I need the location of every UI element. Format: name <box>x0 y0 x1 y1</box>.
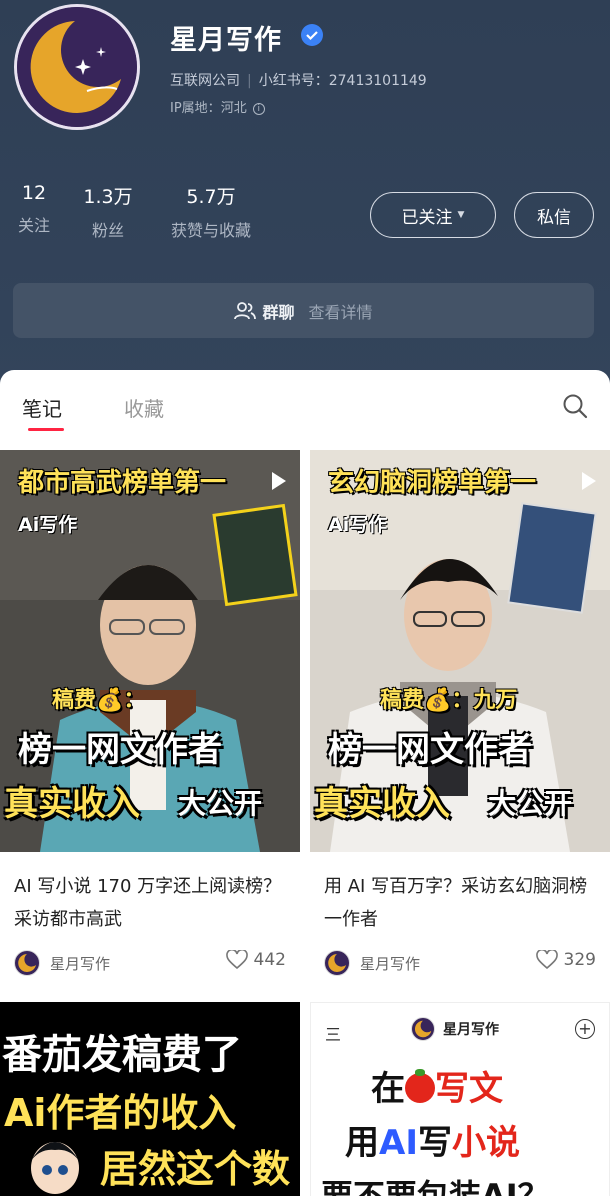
profile-category: 互联网公司 <box>170 73 240 89</box>
verified-badge-icon <box>301 24 323 46</box>
cartoon-character-icon <box>30 1142 80 1194</box>
moon-logo-icon <box>328 954 346 972</box>
cover-headline-3: 要不要包装AI？ <box>321 1177 550 1196</box>
profile-avatar[interactable] <box>14 4 140 130</box>
cover-text-accent: 小说 <box>451 1123 520 1163</box>
caret-down-icon: ▼ <box>457 210 465 220</box>
note-author[interactable]: 星月写作 <box>14 950 110 976</box>
group-chat-detail-link[interactable]: 查看详情 <box>309 299 373 323</box>
group-chat-title: 群聊 <box>262 302 295 322</box>
stat-label: 获赞与收藏 <box>170 221 251 240</box>
note-cover[interactable]: 玄幻脑洞榜单第一 Ai写作 稿费💰：九万 榜一网文作者 真实收入 大公开 <box>310 450 610 852</box>
menu-icon: 三 <box>325 1025 342 1044</box>
message-button-label: 私信 <box>537 207 571 228</box>
cover-fee: 稿费💰： <box>52 688 146 713</box>
plus-circle-icon: + <box>575 1019 595 1039</box>
cover-headline-2: 用AI写小说 <box>345 1115 520 1164</box>
note-title[interactable]: AI 写小说 170 万字还上阅读榜？采访都市高武 <box>14 870 290 936</box>
cover-headline: 番茄发稿费了 <box>2 1032 242 1078</box>
video-play-icon <box>272 472 286 490</box>
video-play-icon <box>582 472 596 490</box>
cover-headline-2: 真实收入 <box>4 784 140 824</box>
stat-value: 5.7万 <box>186 186 236 208</box>
heart-icon <box>535 950 558 970</box>
cover-brand-name: 星月写作 <box>443 1022 499 1038</box>
stat-following[interactable]: 12 关注 <box>14 182 54 236</box>
info-icon[interactable]: i <box>252 103 265 115</box>
cover-headline-2: 真实收入 <box>314 784 450 824</box>
cover-fee: 稿费💰：九万 <box>380 688 518 713</box>
active-tab-indicator <box>28 428 64 431</box>
cover-text: 用 <box>345 1123 379 1163</box>
follow-button-label: 已关注 <box>401 207 453 228</box>
like-count: 329 <box>563 950 596 970</box>
brand-avatar <box>411 1017 435 1041</box>
group-users-icon <box>234 301 257 319</box>
follow-button[interactable]: 已关注 ▼ <box>370 192 496 238</box>
ip-value: 河北 <box>220 101 247 116</box>
moon-logo-icon <box>17 7 137 127</box>
cover-title: 都市高武榜单第一 <box>18 468 227 498</box>
cover-title: 玄幻脑洞榜单第一 <box>328 468 537 498</box>
cover-headline: 在写文 <box>371 1061 503 1110</box>
author-avatar <box>324 950 350 976</box>
note-card[interactable]: 三 星月写作 + 在写文 用AI写小说 要不要包装AI？ <box>310 1002 610 1196</box>
cover-tag: Ai写作 <box>18 514 78 536</box>
note-title[interactable]: 用 AI 写百万字？采访玄幻脑洞榜一作者 <box>324 870 600 936</box>
note-card[interactable]: 番茄发稿费了 Ai作者的收入 居然这个数 <box>0 1002 300 1196</box>
profile-name: 星月写作 <box>170 25 282 56</box>
tomato-icon <box>405 1069 435 1103</box>
author-avatar <box>14 950 40 976</box>
moon-logo-icon <box>18 954 36 972</box>
cover-text: 写 <box>417 1123 452 1163</box>
stat-likes-collects[interactable]: 5.7万 获赞与收藏 <box>163 182 259 241</box>
note-cover[interactable]: 都市高武榜单第一 Ai写作 稿费💰： 榜一网文作者 真实收入 大公开 <box>0 450 300 852</box>
search-icon[interactable] <box>562 393 588 419</box>
stat-followers[interactable]: 1.3万 粉丝 <box>80 182 136 241</box>
stat-value: 12 <box>21 182 47 204</box>
moon-logo-icon <box>414 1020 432 1038</box>
cover-tag: Ai写作 <box>328 514 388 536</box>
cover-text: 在 <box>371 1069 405 1109</box>
like-button[interactable]: 329 <box>535 950 596 970</box>
stat-label: 关注 <box>17 216 50 235</box>
stat-label: 粉丝 <box>91 221 124 240</box>
stat-value: 1.3万 <box>83 186 133 208</box>
cover-headline: 榜一网文作者 <box>328 730 532 770</box>
cover-headline-3: 居然这个数 <box>100 1147 291 1191</box>
cover-headline: 榜一网文作者 <box>18 730 222 770</box>
profile-meta: 互联网公司 | 小红书号：27413101149 <box>170 70 427 90</box>
author-name: 星月写作 <box>50 954 111 973</box>
divider: | <box>247 73 252 89</box>
profile-id-value[interactable]: 27413101149 <box>329 73 427 89</box>
ip-label: IP属地： <box>170 101 221 116</box>
like-button[interactable]: 442 <box>225 950 286 970</box>
cover-text-accent: 写文 <box>435 1069 503 1109</box>
message-button[interactable]: 私信 <box>514 192 594 238</box>
note-card[interactable]: 玄幻脑洞榜单第一 Ai写作 稿费💰：九万 榜一网文作者 真实收入 大公开 用 A… <box>310 450 610 995</box>
cover-headline-3: 大公开 <box>178 787 263 820</box>
tab-favorites[interactable]: 收藏 <box>124 393 164 422</box>
ip-location: IP属地：河北 i <box>170 97 265 116</box>
note-card[interactable]: 都市高武榜单第一 Ai写作 稿费💰： 榜一网文作者 真实收入 大公开 AI 写小… <box>0 450 300 995</box>
cover-headline-3: 大公开 <box>488 787 573 820</box>
author-name: 星月写作 <box>360 954 421 973</box>
profile-id-label: 小红书号： <box>258 73 329 89</box>
cover-brand: 星月写作 <box>411 1017 499 1041</box>
note-author[interactable]: 星月写作 <box>324 950 420 976</box>
cover-headline-2: Ai作者的收入 <box>4 1091 237 1135</box>
cover-text-ai: AI <box>379 1123 418 1163</box>
heart-icon <box>225 950 248 970</box>
like-count: 442 <box>253 950 286 970</box>
tab-notes[interactable]: 笔记 <box>22 393 62 422</box>
group-chat-bar[interactable]: 群聊 查看详情 <box>13 283 594 338</box>
